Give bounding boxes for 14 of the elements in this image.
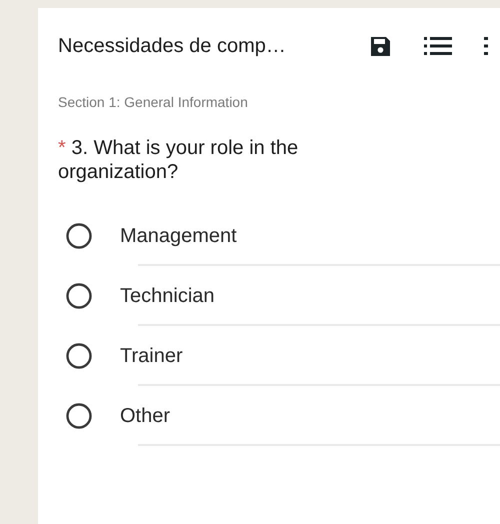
list-icon[interactable] [424, 36, 452, 56]
more-icon[interactable] [484, 36, 488, 56]
radio-button[interactable] [66, 403, 92, 429]
radio-button[interactable] [66, 223, 92, 249]
form-title: Necessidades de comp… [58, 34, 287, 58]
save-icon[interactable] [368, 34, 392, 58]
radio-button[interactable] [66, 343, 92, 369]
option-label: Management [120, 224, 237, 248]
option-label: Trainer [120, 344, 183, 368]
option-label: Other [120, 404, 170, 428]
question-text: * 3. What is your role in the organization? [58, 136, 300, 184]
radio-button[interactable] [66, 283, 92, 309]
section-label: Section 1: General Information [58, 94, 249, 110]
option-label: Technician [120, 284, 215, 308]
